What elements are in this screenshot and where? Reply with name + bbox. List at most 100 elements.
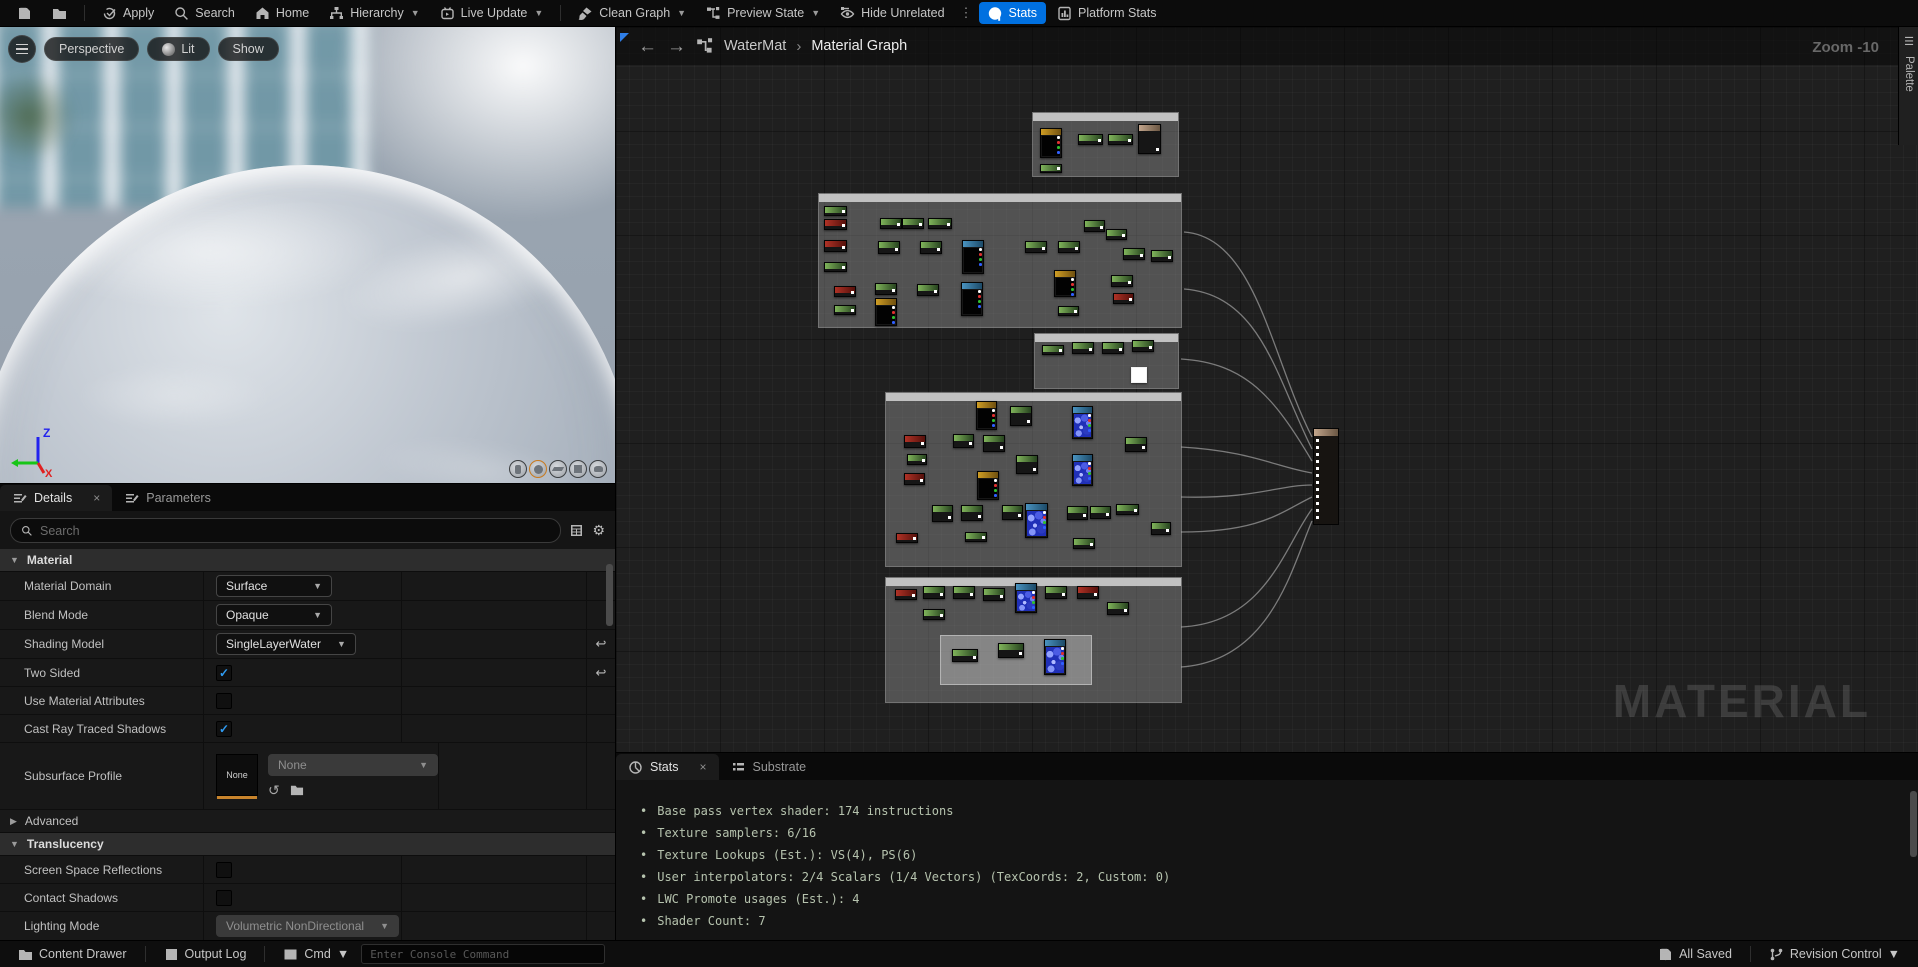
forward-arrow-icon[interactable]: → <box>667 37 686 56</box>
graph-node[interactable] <box>896 533 918 543</box>
graph-node[interactable] <box>1132 340 1154 352</box>
graph-node[interactable] <box>983 588 1005 601</box>
material-output-node[interactable] <box>1313 428 1339 525</box>
graph-node[interactable] <box>1072 454 1093 486</box>
shading-model-dropdown[interactable]: SingleLayerWater▼ <box>216 633 356 655</box>
graph-node[interactable] <box>928 218 952 229</box>
graph-node[interactable] <box>953 586 975 599</box>
settings-gear-icon[interactable]: ⚙ <box>592 522 605 539</box>
console-command-input[interactable] <box>361 944 605 964</box>
graph-node[interactable] <box>824 240 847 252</box>
breadcrumb-asset[interactable]: WaterMat <box>724 38 786 54</box>
graph-node[interactable] <box>1025 241 1047 253</box>
graph-node[interactable] <box>952 649 978 662</box>
material-domain-dropdown[interactable]: Surface▼ <box>216 575 332 597</box>
graph-node[interactable] <box>1002 505 1023 520</box>
graph-node[interactable] <box>904 473 925 485</box>
selected-graph-node[interactable] <box>1131 367 1147 383</box>
graph-node[interactable] <box>1077 586 1099 599</box>
graph-node[interactable] <box>902 218 924 229</box>
lit-mode-button[interactable]: Lit <box>147 37 209 61</box>
section-header-advanced[interactable]: ▶Advanced <box>0 810 615 833</box>
two-sided-checkbox[interactable]: ✓ <box>216 665 232 681</box>
graph-node[interactable] <box>904 435 926 448</box>
graph-node[interactable] <box>917 284 939 296</box>
graph-node[interactable] <box>875 298 897 326</box>
tab-parameters[interactable]: Parameters <box>112 485 223 511</box>
graph-node[interactable] <box>1044 639 1066 675</box>
graph-node[interactable] <box>976 401 997 430</box>
cmd-selector[interactable]: Cmd ▼ <box>275 941 357 967</box>
close-tab-icon[interactable]: × <box>700 760 707 774</box>
graph-node[interactable] <box>1090 506 1111 519</box>
revision-control-button[interactable]: Revision Control ▼ <box>1761 941 1908 967</box>
preview-state-button[interactable]: Preview State▼ <box>697 0 829 27</box>
asset-picker-dropdown[interactable]: None▼ <box>268 754 438 776</box>
hide-unrelated-button[interactable]: Hide Unrelated <box>831 0 953 27</box>
graph-node[interactable] <box>1072 342 1094 354</box>
use-selected-asset-icon[interactable]: ↺ <box>268 782 280 799</box>
graph-node[interactable] <box>824 262 847 272</box>
graph-node[interactable] <box>1138 124 1161 154</box>
graph-node[interactable] <box>824 206 847 216</box>
graph-node[interactable] <box>1151 522 1171 535</box>
graph-node[interactable] <box>1054 270 1076 297</box>
graph-node[interactable] <box>1106 229 1127 240</box>
graph-node[interactable] <box>1058 241 1080 253</box>
browse-to-asset-icon[interactable] <box>290 783 304 797</box>
comment-box[interactable] <box>818 193 1182 328</box>
graph-node[interactable] <box>1025 503 1048 538</box>
all-saved-indicator[interactable]: All Saved <box>1650 941 1740 967</box>
preview-shape-plane-button[interactable] <box>549 460 567 478</box>
graph-node[interactable] <box>1108 134 1133 145</box>
preview-shape-cylinder-button[interactable] <box>509 460 527 478</box>
content-drawer-button[interactable]: Content Drawer <box>10 941 135 967</box>
browse-asset-button[interactable] <box>43 0 76 27</box>
clean-graph-button[interactable]: Clean Graph▼ <box>569 0 695 27</box>
graph-node[interactable] <box>895 589 917 600</box>
more-options-icon[interactable]: ⋮ <box>956 5 977 21</box>
graph-node[interactable] <box>923 609 945 620</box>
use-material-attributes-checkbox[interactable] <box>216 693 232 709</box>
comment-box-title[interactable] <box>886 393 1181 401</box>
comment-box-title[interactable] <box>1033 113 1178 121</box>
graph-node[interactable] <box>834 305 856 315</box>
graph-node[interactable] <box>880 218 902 229</box>
cast-ray-traced-shadows-checkbox[interactable]: ✓ <box>216 721 232 737</box>
graph-node[interactable] <box>965 532 987 542</box>
graph-node[interactable] <box>961 282 983 316</box>
back-arrow-icon[interactable]: ← <box>638 37 657 56</box>
graph-node[interactable] <box>1125 437 1147 452</box>
graph-node[interactable] <box>1058 306 1079 316</box>
graph-node[interactable] <box>998 643 1024 658</box>
graph-node[interactable] <box>1116 504 1139 515</box>
blend-mode-dropdown[interactable]: Opaque▼ <box>216 604 332 626</box>
graph-node[interactable] <box>1123 248 1145 260</box>
preview-shape-cube-button[interactable] <box>569 460 587 478</box>
save-button[interactable] <box>8 0 41 27</box>
lighting-mode-dropdown[interactable]: Volumetric NonDirectional▼ <box>216 915 399 937</box>
graph-node[interactable] <box>1040 164 1062 173</box>
graph-node[interactable] <box>834 286 856 297</box>
graph-node[interactable] <box>1107 602 1129 615</box>
section-header-material[interactable]: ▼Material <box>0 549 615 572</box>
reset-to-default-icon[interactable]: ↩ <box>587 636 615 652</box>
graph-node[interactable] <box>878 241 900 254</box>
graph-node[interactable] <box>1084 220 1105 232</box>
graph-node[interactable] <box>1072 406 1093 439</box>
asset-thumbnail[interactable]: None <box>216 754 258 796</box>
viewport-menu-button[interactable] <box>8 35 36 63</box>
graph-node[interactable] <box>932 505 953 522</box>
graph-node[interactable] <box>1111 275 1133 287</box>
graph-node[interactable] <box>1045 586 1067 599</box>
tab-substrate[interactable]: Substrate <box>719 754 819 780</box>
display-filter-icon[interactable] <box>569 523 584 538</box>
graph-node[interactable] <box>1016 455 1038 474</box>
comment-box-title[interactable] <box>819 194 1181 202</box>
graph-node[interactable] <box>1102 342 1124 354</box>
preview-shape-teapot-button[interactable] <box>589 460 607 478</box>
graph-node[interactable] <box>907 454 927 465</box>
graph-node[interactable] <box>977 471 999 500</box>
graph-node[interactable] <box>920 241 942 254</box>
contact-shadows-checkbox[interactable] <box>216 890 232 906</box>
